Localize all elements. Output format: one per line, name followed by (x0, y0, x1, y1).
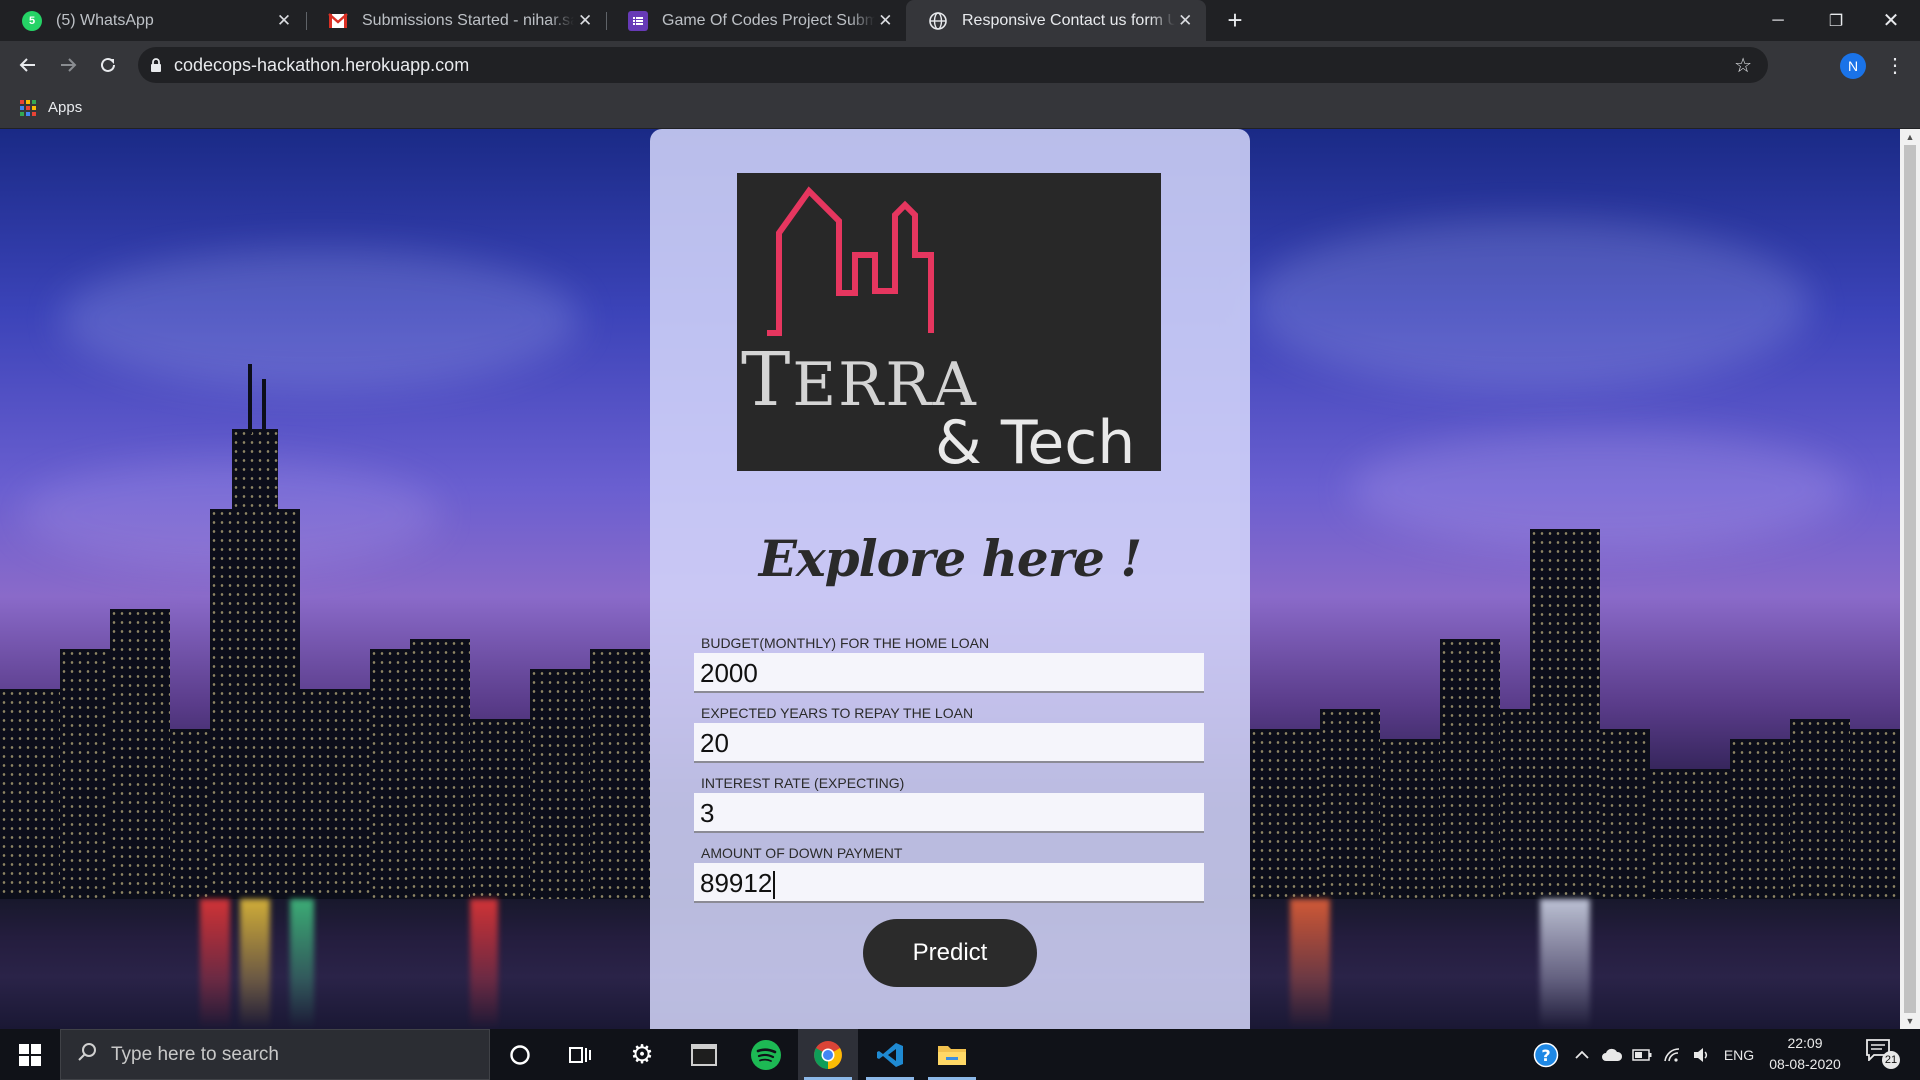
chrome-icon[interactable] (798, 1029, 858, 1080)
url-text: codecops-hackathon.herokuapp.com (174, 54, 470, 75)
down-payment-value: 89912 (700, 868, 773, 898)
lock-icon[interactable] (138, 58, 174, 72)
forms-icon (628, 10, 648, 31)
clock-date: 08-08-2020 (1769, 1056, 1841, 1072)
years-input[interactable]: 20 (694, 723, 1204, 763)
page-scrollbar[interactable]: ▲ ▼ (1900, 129, 1920, 1029)
down-payment-label: AMOUNT OF DOWN PAYMENT (701, 845, 903, 861)
vscode-icon[interactable] (860, 1029, 920, 1080)
terra-tech-logo: TERRA & Tech (737, 173, 1161, 478)
cortana-icon[interactable] (490, 1029, 550, 1080)
interest-rate-input[interactable]: 3 (694, 793, 1204, 833)
windows-taskbar: Type here to search ⚙ ? ENG 22:09 08-08-… (0, 1029, 1920, 1080)
text-caret (773, 871, 776, 900)
language-indicator[interactable]: ENG (1722, 1029, 1756, 1080)
apps-shortcut[interactable]: Apps (20, 99, 82, 116)
apps-grid-icon (20, 99, 36, 116)
svg-text:& Tech: & Tech (935, 408, 1135, 471)
spotify-icon[interactable] (736, 1029, 796, 1080)
budget-label: BUDGET(MONTHLY) FOR THE HOME LOAN (701, 635, 990, 651)
forward-button[interactable] (52, 49, 84, 81)
predict-button[interactable]: Predict (863, 919, 1037, 987)
close-tab-icon[interactable]: ✕ (272, 11, 296, 31)
notification-count-badge: 21 (1882, 1051, 1900, 1069)
tab-title: (5) WhatsApp (56, 11, 154, 29)
scroll-up-icon[interactable]: ▲ (1900, 129, 1920, 145)
tab-title: Submissions Started - nihar.sand (362, 11, 575, 29)
apps-label: Apps (48, 99, 83, 116)
tab-gmail[interactable]: Submissions Started - nihar.sand ✕ (306, 0, 606, 41)
taskbar-search-box[interactable]: Type here to search (60, 1029, 490, 1080)
back-button[interactable] (12, 49, 44, 81)
system-clock[interactable]: 22:09 08-08-2020 (1760, 1033, 1850, 1075)
tab-title: Game Of Codes Project Submissi (662, 11, 875, 29)
address-bar[interactable]: codecops-hackathon.herokuapp.com ☆ (138, 47, 1768, 83)
gmail-icon (328, 11, 348, 31)
interest-rate-label: INTEREST RATE (EXPECTING) (701, 775, 905, 791)
page-viewport: TERRA & Tech Explore here ! BUDGET(MONTH… (0, 129, 1900, 1029)
scroll-down-icon[interactable]: ▼ (1900, 1013, 1920, 1029)
globe-icon (928, 11, 948, 31)
bookmarks-bar: Apps (0, 89, 1920, 129)
new-tab-button[interactable]: + (1220, 6, 1250, 36)
menu-icon[interactable]: ⋮ (1879, 49, 1911, 81)
svg-text:?: ? (1541, 1046, 1550, 1065)
clock-time: 22:09 (1787, 1035, 1823, 1051)
battery-icon[interactable] (1628, 1029, 1656, 1080)
minimize-button[interactable]: ─ (1749, 0, 1807, 41)
bookmark-star-icon[interactable]: ☆ (1734, 53, 1752, 78)
reload-button[interactable] (92, 49, 124, 81)
help-icon[interactable]: ? (1528, 1029, 1564, 1080)
tab-contact-form[interactable]: Responsive Contact us form Usin ✕ (906, 0, 1206, 41)
volume-icon[interactable] (1688, 1029, 1716, 1080)
tab-whatsapp[interactable]: 5 (5) WhatsApp ✕ (0, 0, 306, 41)
profile-avatar[interactable]: N (1840, 53, 1866, 79)
close-tab-icon[interactable]: ✕ (574, 11, 596, 31)
search-placeholder: Type here to search (111, 1043, 279, 1065)
explore-headline: Explore here ! (758, 529, 1142, 588)
close-window-button[interactable]: ✕ (1862, 0, 1920, 41)
restore-button[interactable]: ❐ (1807, 0, 1865, 41)
years-label: EXPECTED YEARS TO REPAY THE LOAN (701, 705, 974, 721)
task-view-icon[interactable] (550, 1029, 610, 1080)
search-icon (77, 1042, 97, 1068)
tab-forms[interactable]: Game Of Codes Project Submissi ✕ (606, 0, 906, 41)
settings-gear-icon[interactable]: ⚙ (612, 1029, 672, 1080)
tab-title: Responsive Contact us form Usin (962, 11, 1175, 29)
budget-input[interactable]: 2000 (694, 653, 1204, 693)
scrollbar-thumb[interactable] (1904, 145, 1916, 1013)
tab-strip: 5 (5) WhatsApp ✕ Submissions Started - n… (0, 0, 1920, 41)
wifi-icon[interactable] (1658, 1029, 1686, 1080)
onedrive-cloud-icon[interactable] (1598, 1029, 1626, 1080)
browser-toolbar: codecops-hackathon.herokuapp.com ☆ N ⋮ (0, 41, 1920, 89)
windows-start-button[interactable] (0, 1029, 60, 1080)
chevron-up-icon[interactable] (1568, 1029, 1596, 1080)
close-tab-icon[interactable]: ✕ (1175, 11, 1196, 31)
terminal-icon[interactable] (674, 1029, 734, 1080)
whatsapp-icon: 5 (22, 10, 42, 31)
file-explorer-icon[interactable] (922, 1029, 982, 1080)
prediction-card: TERRA & Tech Explore here ! BUDGET(MONTH… (650, 129, 1250, 1029)
action-center-button[interactable]: 21 (1866, 1039, 1900, 1069)
close-tab-icon[interactable]: ✕ (875, 11, 896, 31)
down-payment-input[interactable]: 89912 (694, 863, 1204, 903)
